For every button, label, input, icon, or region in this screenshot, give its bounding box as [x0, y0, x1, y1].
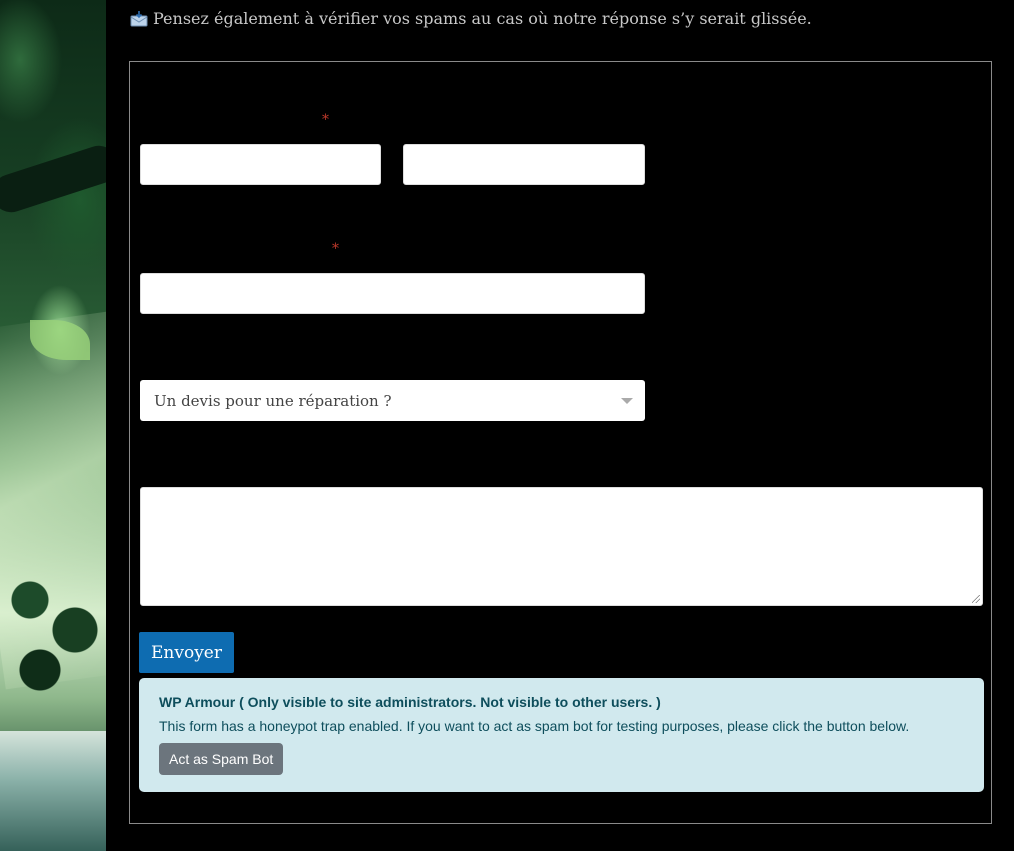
first-name-input[interactable]: [140, 144, 381, 185]
last-name-input[interactable]: [403, 144, 645, 185]
water-decoration: [0, 731, 106, 851]
wp-armour-title: WP Armour ( Only visible to site adminis…: [159, 694, 661, 710]
chevron-down-icon: [621, 398, 633, 404]
message-textarea[interactable]: [140, 487, 983, 606]
tree-trunk-decoration: [0, 140, 106, 218]
wp-armour-description: This form has a honeypot trap enabled. I…: [159, 718, 910, 734]
foliage-decoration: [0, 560, 106, 700]
incoming-envelope-icon: [130, 10, 148, 27]
act-as-spam-bot-button[interactable]: Act as Spam Bot: [159, 743, 284, 775]
email-input[interactable]: [140, 273, 645, 314]
forest-background-image: [0, 0, 106, 851]
spam-notice: Pensez également à vérifier vos spams au…: [130, 9, 812, 28]
submit-button[interactable]: Envoyer: [139, 632, 234, 673]
page: Pensez également à vérifier vos spams au…: [0, 0, 1014, 851]
required-marker-email: *: [332, 241, 339, 257]
subject-select[interactable]: Un devis pour une réparation ?: [140, 380, 645, 421]
resize-handle-icon[interactable]: [972, 595, 980, 603]
subject-select-value: Un devis pour une réparation ?: [154, 391, 392, 410]
spam-notice-text: Pensez également à vérifier vos spams au…: [153, 9, 812, 28]
wp-armour-notice: WP Armour ( Only visible to site adminis…: [139, 678, 984, 792]
required-marker-name: *: [322, 112, 329, 128]
